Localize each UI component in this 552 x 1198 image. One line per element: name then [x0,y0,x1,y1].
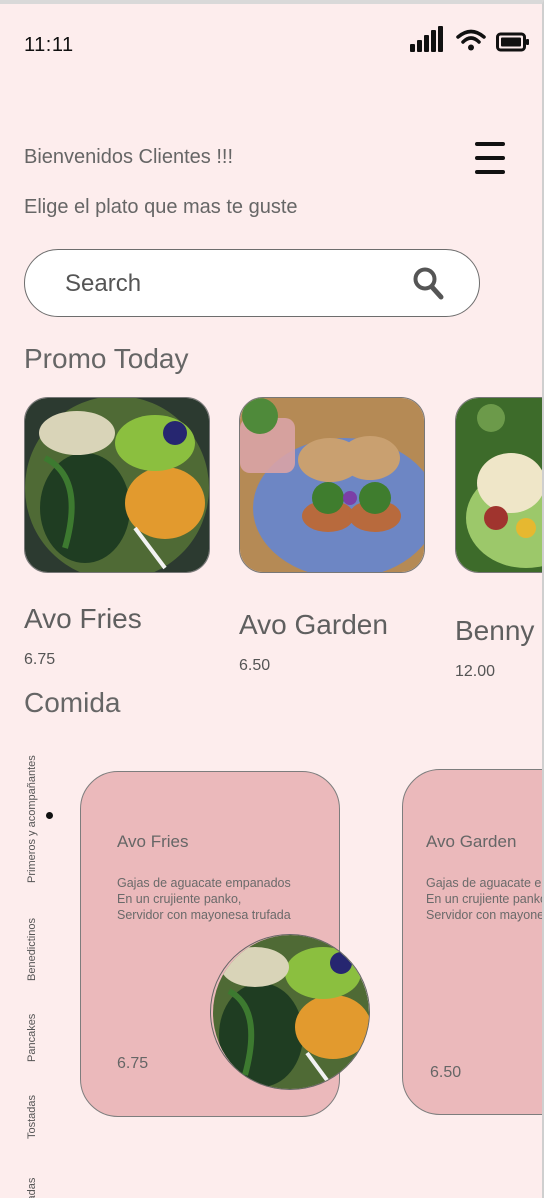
promo-card-benny[interactable]: Benny 12.00 [455,397,542,680]
bagel-plate-photo [239,397,425,573]
dish-price: 6.75 [117,1055,149,1072]
wifi-icon [456,29,486,51]
dish-name: Avo Garden [426,832,517,851]
dish-description-line: Servidor con mayonesa trufada [426,908,544,922]
promo-item-price: 12.00 [455,663,496,680]
promo-section-title: Promo Today [24,343,189,374]
promo-item-price: 6.75 [24,651,56,668]
category-tab-pancakes[interactable]: Pancakes [26,1014,38,1062]
category-tab-benedictinos[interactable]: Benedictinos [26,918,38,981]
promo-item-price: 6.50 [239,657,271,674]
search-input[interactable] [63,264,397,304]
dish-description-line: En un crujiente panko, [426,892,544,906]
category-tab-ensaladas[interactable]: Ensaladas [26,1178,38,1198]
promo-item-name: Avo Fries [24,603,142,634]
benedict-photo [455,397,542,573]
promo-card-avo-garden[interactable]: Avo Garden 6.50 [239,397,425,674]
dish-description-line: Servidor con mayonesa trufada [117,908,291,922]
status-icons [408,26,532,58]
status-time: 11:11 [24,34,74,56]
dish-card-avo-garden[interactable] [402,769,542,1115]
dish-price: 6.50 [430,1064,462,1081]
search-icon[interactable] [413,267,445,301]
dish-description-line: En un crujiente panko, [117,892,242,906]
promo-item-name: Avo Garden [239,609,388,640]
battery-icon [496,32,529,52]
promo-item-name: Benny [455,615,535,646]
category-tab-tostadas[interactable]: Tostadas [26,1095,38,1139]
dish-description-line: Gajas de aguacate empanados [117,876,291,890]
comida-section-title: Comida [24,687,121,718]
promo-card-avo-fries[interactable]: Avo Fries 6.75 [24,397,210,668]
dish-description-line: Gajas de aguacate empanados [426,876,542,890]
search-bar [24,249,480,317]
app-screen: 11:11 Bienvenidos Clientes !!! Elige el … [0,0,544,1198]
hamburger-menu-icon[interactable] [470,138,510,178]
avocado-bowl-photo [210,934,370,1090]
subtitle-text: Elige el plato que mas te guste [24,196,298,218]
greeting-text: Bienvenidos Clientes !!! [24,146,234,168]
avocado-bowl-photo [24,397,210,573]
dish-name: Avo Fries [117,832,189,851]
category-tab-primeros[interactable]: Primeros y acompañantes [26,755,38,883]
active-category-indicator [46,812,53,819]
